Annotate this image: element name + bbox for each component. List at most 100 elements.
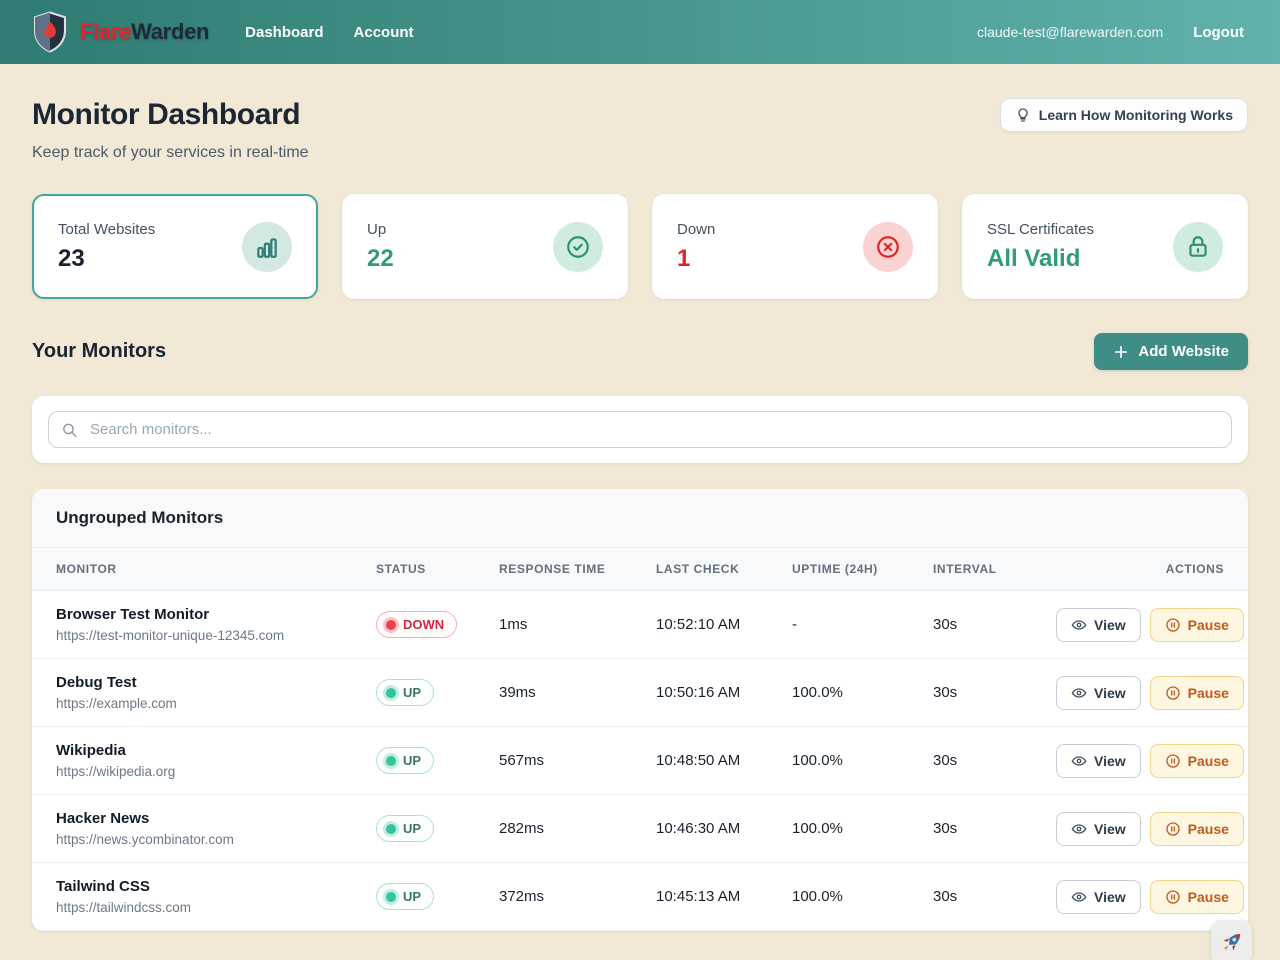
stat-value: All Valid <box>987 245 1094 273</box>
uptime-value: - <box>792 591 933 659</box>
pause-circle-icon <box>1165 889 1181 905</box>
interval-value: 30s <box>933 591 1056 659</box>
nav-item-dashboard[interactable]: Dashboard <box>245 24 323 41</box>
monitor-url[interactable]: https://news.ycombinator.com <box>56 832 376 847</box>
interval-value: 30s <box>933 659 1056 727</box>
view-button[interactable]: View <box>1056 880 1141 914</box>
rocket-launcher-widget[interactable] <box>1211 920 1252 960</box>
view-label: View <box>1094 889 1126 905</box>
eye-icon <box>1071 617 1087 633</box>
stat-value: 23 <box>58 245 155 273</box>
response-time-value: 282ms <box>499 795 656 863</box>
monitor-url[interactable]: https://example.com <box>56 696 376 711</box>
bar-chart-icon <box>242 222 292 272</box>
response-time-value: 39ms <box>499 659 656 727</box>
stat-card-up[interactable]: Up 22 <box>342 194 628 299</box>
table-row: Debug Test https://example.com UP 39ms 1… <box>32 659 1248 727</box>
status-label: UP <box>403 821 421 836</box>
pause-label: Pause <box>1188 889 1229 905</box>
interval-value: 30s <box>933 727 1056 795</box>
stat-card-down[interactable]: Down 1 <box>652 194 938 299</box>
last-check-value: 10:48:50 AM <box>656 727 792 795</box>
pause-circle-icon <box>1165 617 1181 633</box>
monitor-url[interactable]: https://wikipedia.org <box>56 764 376 779</box>
column-header-interval: INTERVAL <box>933 548 1056 591</box>
view-button[interactable]: View <box>1056 608 1141 642</box>
eye-icon <box>1071 685 1087 701</box>
nav-item-account[interactable]: Account <box>354 24 414 41</box>
page-title: Monitor Dashboard <box>32 98 309 132</box>
stat-card-ssl-certificates[interactable]: SSL Certificates All Valid <box>962 194 1248 299</box>
add-website-button[interactable]: Add Website <box>1094 333 1248 370</box>
column-header-response-time: RESPONSE TIME <box>499 548 656 591</box>
view-label: View <box>1094 617 1126 633</box>
shield-flame-logo-icon <box>32 11 68 53</box>
view-button[interactable]: View <box>1056 676 1141 710</box>
pause-button[interactable]: Pause <box>1150 812 1244 846</box>
learn-how-monitoring-works-button[interactable]: Learn How Monitoring Works <box>1000 98 1248 132</box>
monitor-name: Browser Test Monitor <box>56 606 376 623</box>
pause-button[interactable]: Pause <box>1150 744 1244 778</box>
stat-label: SSL Certificates <box>987 221 1094 238</box>
top-nav-links: Dashboard Account <box>245 24 413 41</box>
brand-logo[interactable]: FlareWarden <box>32 11 209 53</box>
stat-value: 22 <box>367 245 394 273</box>
brand-flare: Flare <box>80 19 131 44</box>
interval-value: 30s <box>933 795 1056 863</box>
status-dot-icon <box>386 756 396 766</box>
pause-label: Pause <box>1188 753 1229 769</box>
your-monitors-heading: Your Monitors <box>32 340 166 363</box>
column-header-uptime: UPTIME (24H) <box>792 548 933 591</box>
check-circle-icon <box>553 222 603 272</box>
search-card <box>32 396 1248 463</box>
monitor-name: Wikipedia <box>56 742 376 759</box>
pause-circle-icon <box>1165 753 1181 769</box>
stat-card-total-websites[interactable]: Total Websites 23 <box>32 194 318 299</box>
view-label: View <box>1094 753 1126 769</box>
status-dot-icon <box>386 892 396 902</box>
status-dot-icon <box>386 688 396 698</box>
table-row: Hacker News https://news.ycombinator.com… <box>32 795 1248 863</box>
uptime-value: 100.0% <box>792 795 933 863</box>
view-button[interactable]: View <box>1056 812 1141 846</box>
interval-value: 30s <box>933 863 1056 931</box>
last-check-value: 10:50:16 AM <box>656 659 792 727</box>
monitor-name: Debug Test <box>56 674 376 691</box>
pause-circle-icon <box>1165 685 1181 701</box>
top-navigation-bar: FlareWarden Dashboard Account claude-tes… <box>0 0 1280 64</box>
brand-name: FlareWarden <box>80 19 209 45</box>
x-circle-icon <box>863 222 913 272</box>
pause-button[interactable]: Pause <box>1150 676 1244 710</box>
view-label: View <box>1094 685 1126 701</box>
view-button[interactable]: View <box>1056 744 1141 778</box>
status-label: DOWN <box>403 617 444 632</box>
monitor-url[interactable]: https://test-monitor-unique-12345.com <box>56 628 376 643</box>
pause-button[interactable]: Pause <box>1150 608 1244 642</box>
status-badge: UP <box>376 815 434 842</box>
lock-icon <box>1173 222 1223 272</box>
stat-label: Down <box>677 221 715 238</box>
last-check-value: 10:45:13 AM <box>656 863 792 931</box>
status-badge: UP <box>376 883 434 910</box>
eye-icon <box>1071 753 1087 769</box>
column-header-status: STATUS <box>376 548 499 591</box>
pause-circle-icon <box>1165 821 1181 837</box>
pause-label: Pause <box>1188 685 1229 701</box>
last-check-value: 10:46:30 AM <box>656 795 792 863</box>
status-label: UP <box>403 685 421 700</box>
monitors-table-card: Ungrouped Monitors MONITOR STATUS RESPON… <box>32 489 1248 931</box>
search-monitors-input[interactable] <box>48 411 1232 448</box>
pause-button[interactable]: Pause <box>1150 880 1244 914</box>
plus-icon <box>1113 344 1129 360</box>
column-header-actions: ACTIONS <box>1056 548 1248 591</box>
monitor-url[interactable]: https://tailwindcss.com <box>56 900 376 915</box>
search-icon <box>61 421 78 438</box>
stat-label: Total Websites <box>58 221 155 238</box>
logout-button[interactable]: Logout <box>1193 24 1244 41</box>
stat-value: 1 <box>677 245 715 273</box>
table-row: Wikipedia https://wikipedia.org UP 567ms… <box>32 727 1248 795</box>
monitor-name: Tailwind CSS <box>56 878 376 895</box>
status-badge: DOWN <box>376 611 457 638</box>
main-content: Monitor Dashboard Keep track of your ser… <box>0 98 1280 931</box>
status-label: UP <box>403 889 421 904</box>
